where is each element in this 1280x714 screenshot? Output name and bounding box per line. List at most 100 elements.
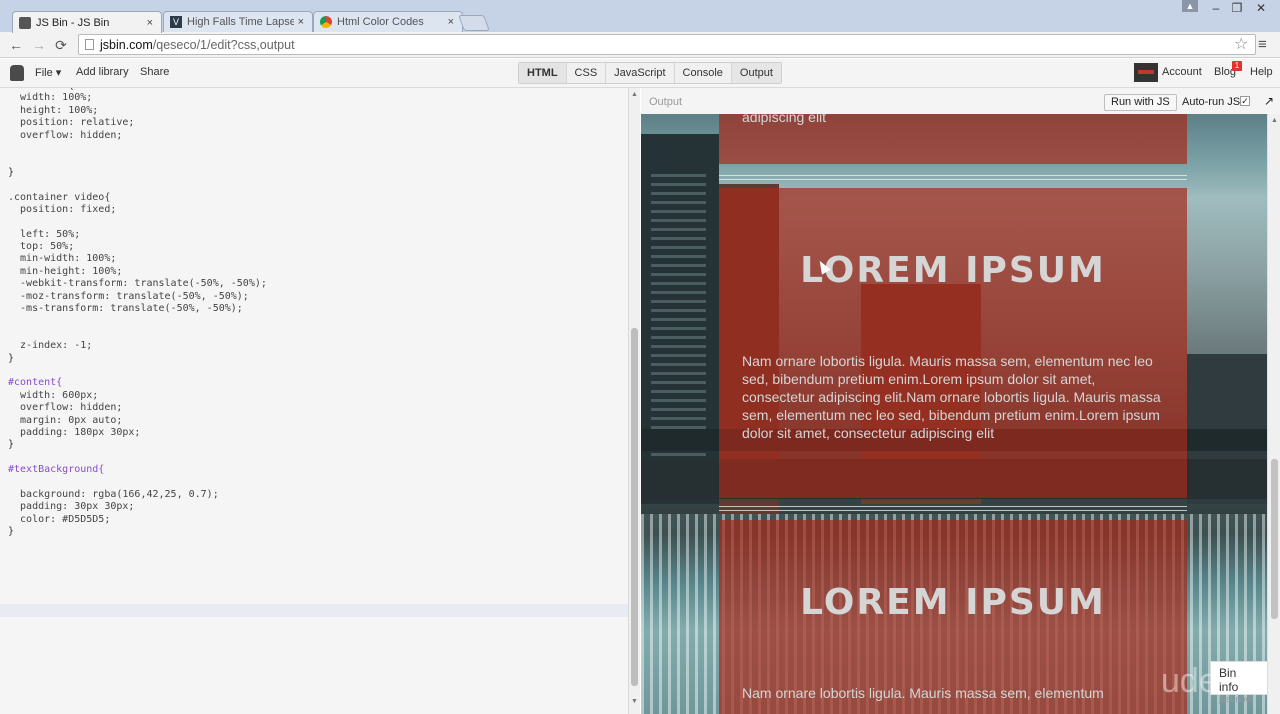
text-background-panel: LOREM IPSUM Nam ornare lobortis ligula. … — [719, 520, 1187, 714]
code-line[interactable]: min-width: 100%; — [8, 253, 267, 265]
account-avatar[interactable] — [1134, 63, 1158, 82]
close-window-button[interactable]: ✕ — [1250, 0, 1272, 16]
account-link[interactable]: Account — [1162, 66, 1202, 78]
panel-heading: LOREM IPSUM — [800, 250, 1106, 291]
tab-jsbin[interactable]: JS Bin - JS Bin × — [12, 11, 162, 33]
jsbin-favicon-icon — [19, 16, 31, 29]
code-line[interactable]: margin: 0px auto; — [8, 415, 267, 427]
tab-title: Html Color Codes — [337, 16, 424, 28]
forward-icon[interactable]: → — [30, 36, 48, 54]
code-line[interactable]: height: 100%; — [8, 105, 267, 117]
code-line[interactable]: } — [8, 353, 267, 365]
panel-toggles: HTML CSS JavaScript Console Output — [518, 62, 782, 84]
url-path: /qeseco/1/edit?css,output — [152, 37, 295, 52]
reload-icon[interactable]: ⟳ — [52, 36, 70, 54]
code-line[interactable]: -ms-transform: translate(-50%, -50%); — [8, 303, 267, 315]
help-link[interactable]: Help — [1250, 66, 1273, 78]
user-profile-icon[interactable]: ▲ — [1182, 0, 1198, 12]
panel-console-button[interactable]: Console — [675, 63, 732, 83]
bin-info-time: just now — [1219, 694, 1253, 704]
jsbin-logo-icon[interactable] — [10, 65, 24, 81]
current-line-highlight — [0, 604, 628, 617]
output-scrollbar[interactable]: ▲ — [1267, 114, 1280, 714]
code-line[interactable]: position: fixed; — [8, 204, 267, 216]
output-frame[interactable]: adipiscing elit LOREM IPSUM Nam ornare l… — [641, 114, 1267, 714]
bin-info-title: Bin info — [1219, 666, 1239, 694]
code-line[interactable]: #content{ — [8, 377, 267, 389]
file-menu[interactable]: File ▾ — [35, 66, 61, 79]
code-line[interactable]: overflow: hidden; — [8, 402, 267, 414]
code-line[interactable]: color: #D5D5D5; — [8, 514, 267, 526]
panel-javascript-button[interactable]: JavaScript — [606, 63, 675, 83]
tab-high-falls[interactable]: V High Falls Time Lapse Stock × — [163, 11, 313, 32]
tab-close-icon[interactable]: × — [298, 16, 304, 28]
page-icon — [85, 39, 94, 50]
tab-html-color-codes[interactable]: Html Color Codes × — [313, 11, 463, 32]
code-line[interactable]: } — [8, 439, 267, 451]
text-background-panel: adipiscing elit — [719, 114, 1187, 164]
code-line[interactable]: position: relative; — [8, 117, 267, 129]
code-line[interactable]: top: 50%; — [8, 241, 267, 253]
restore-button[interactable]: ❐ — [1226, 0, 1248, 16]
code-line[interactable]: background: rgba(166,42,25, 0.7); — [8, 489, 267, 501]
code-line[interactable]: padding: 30px 30px; — [8, 501, 267, 513]
scroll-up-icon[interactable]: ▲ — [1271, 117, 1278, 124]
code-line[interactable]: .container video{ — [8, 192, 267, 204]
code-line[interactable]: -webkit-transform: translate(-50%, -50%)… — [8, 278, 267, 290]
panel-css-button[interactable]: CSS — [567, 63, 607, 83]
panel-html-button[interactable]: HTML — [519, 63, 567, 83]
tab-close-icon[interactable]: × — [448, 16, 454, 28]
bin-info-box[interactable]: Bin info just now — [1210, 661, 1268, 704]
code-line[interactable] — [8, 315, 267, 327]
run-with-js-button[interactable]: Run with JS — [1104, 94, 1177, 111]
output-scroll-thumb[interactable] — [1271, 459, 1278, 619]
code-line[interactable]: overflow: hidden; — [8, 130, 267, 142]
css-editor[interactable]: .container{ width: 100%; height: 100%; p… — [0, 88, 628, 714]
autorun-checkbox[interactable]: ✓ — [1240, 96, 1250, 106]
code-line[interactable]: } — [8, 526, 267, 538]
code-line[interactable] — [8, 142, 267, 154]
code-line[interactable]: width: 100%; — [8, 92, 267, 104]
add-library-link[interactable]: Add library — [76, 66, 129, 78]
code-line[interactable]: -moz-transform: translate(-50%, -50%); — [8, 291, 267, 303]
output-header: Output Run with JS Auto-run JS ✓ ↗ — [641, 88, 1280, 114]
code-line[interactable] — [8, 452, 267, 464]
scroll-up-icon[interactable]: ▲ — [631, 91, 638, 98]
panel-output-button[interactable]: Output — [731, 63, 781, 83]
minimize-button[interactable]: – — [1205, 0, 1227, 16]
code-line[interactable]: #textBackground{ — [8, 464, 267, 476]
browser-tabstrip: JS Bin - JS Bin × V High Falls Time Laps… — [0, 0, 1280, 33]
back-icon[interactable]: ← — [7, 36, 25, 54]
code-line[interactable]: width: 600px; — [8, 390, 267, 402]
code-line[interactable]: left: 50%; — [8, 229, 267, 241]
code-line[interactable] — [8, 216, 267, 228]
editor-scroll-thumb[interactable] — [631, 328, 638, 686]
code-line[interactable]: min-height: 100%; — [8, 266, 267, 278]
tab-close-icon[interactable]: × — [147, 17, 153, 29]
code-line[interactable] — [8, 477, 267, 489]
text-background-panel: LOREM IPSUM Nam ornare lobortis ligula. … — [719, 188, 1187, 498]
code-lines[interactable]: .container{ width: 100%; height: 100%; p… — [8, 88, 267, 538]
code-line[interactable] — [8, 179, 267, 191]
code-line[interactable]: } — [8, 167, 267, 179]
editor-scrollbar[interactable]: ▲ ▼ — [628, 88, 640, 714]
code-line[interactable] — [8, 154, 267, 166]
popout-icon[interactable]: ↗ — [1264, 94, 1274, 108]
chrome-menu-icon[interactable]: ≡ — [1258, 36, 1267, 53]
share-link[interactable]: Share — [140, 66, 169, 78]
code-line[interactable] — [8, 365, 267, 377]
panel-paragraph: adipiscing elit — [742, 114, 827, 125]
bookmark-star-icon[interactable]: ☆ — [1234, 34, 1248, 54]
url-host: jsbin.com — [100, 37, 153, 52]
address-bar[interactable]: jsbin.com/qeseco/1/edit?css,output — [78, 34, 1256, 55]
vimeo-favicon-icon: V — [170, 16, 182, 28]
scroll-down-icon[interactable]: ▼ — [631, 698, 638, 705]
code-line[interactable]: padding: 180px 30px; — [8, 427, 267, 439]
jsbin-header: File ▾ Add library Share HTML CSS JavaSc… — [0, 59, 1280, 88]
code-line[interactable] — [8, 328, 267, 340]
panel-paragraph: Nam ornare lobortis ligula. Mauris massa… — [742, 353, 1161, 441]
autorun-label: Auto-run JS — [1182, 96, 1241, 108]
panel-paragraph: Nam ornare lobortis ligula. Mauris massa… — [742, 685, 1104, 701]
new-tab-button[interactable] — [458, 15, 490, 31]
code-line[interactable]: z-index: -1; — [8, 340, 267, 352]
